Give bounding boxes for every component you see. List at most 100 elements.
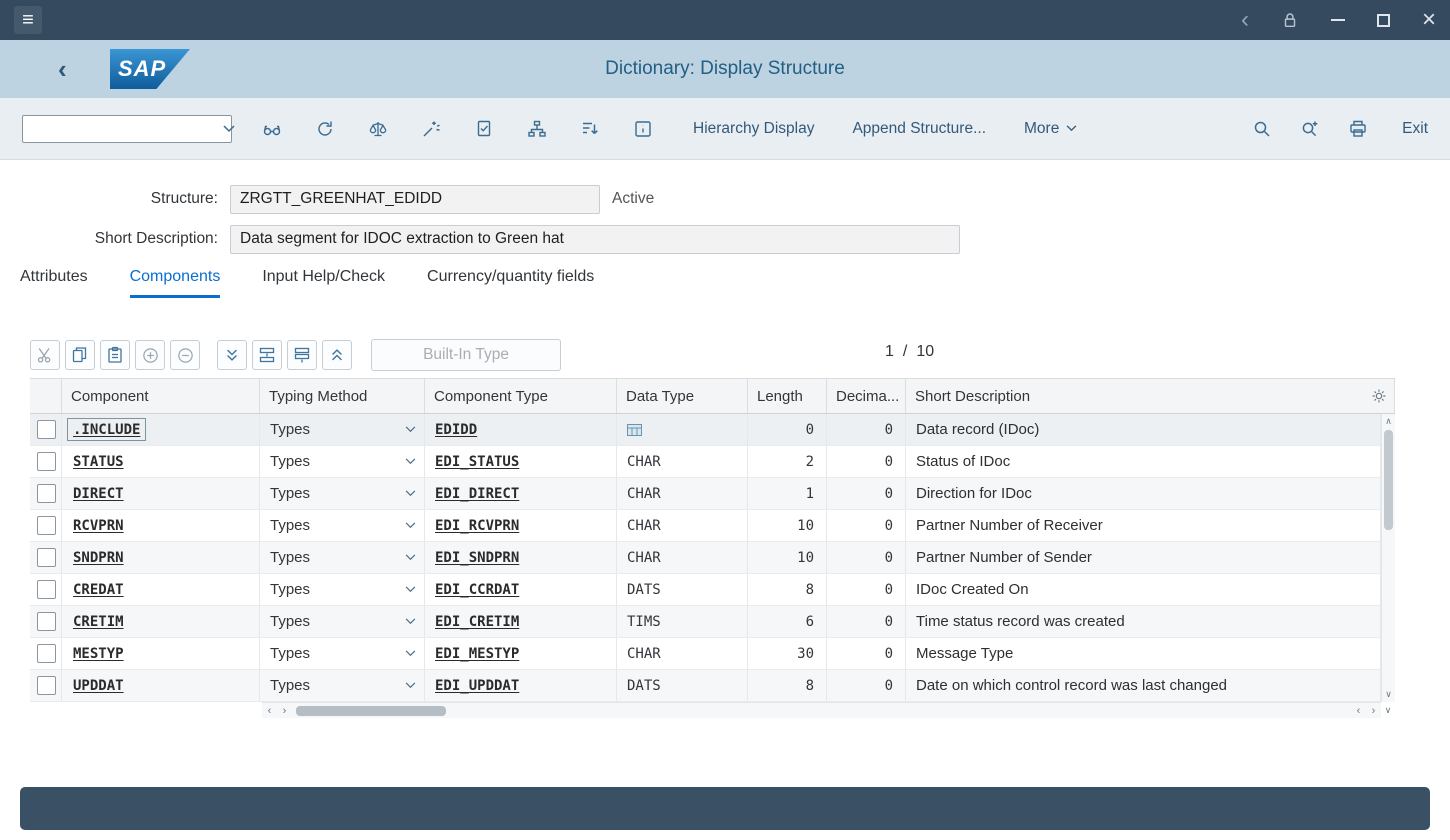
component-type-link[interactable]: EDI_SNDPRN	[435, 550, 519, 566]
component-type-link[interactable]: EDI_UPDDAT	[435, 678, 519, 694]
activate-icon[interactable]	[421, 119, 441, 139]
component-type-link[interactable]: EDI_MESTYP	[435, 646, 519, 662]
menu-icon[interactable]: ≡	[14, 6, 42, 34]
typing-method-value[interactable]: Types	[270, 645, 310, 662]
paste-icon[interactable]	[100, 340, 130, 370]
tab-attributes[interactable]: Attributes	[20, 268, 88, 298]
double-chevron-up-icon[interactable]	[322, 340, 352, 370]
append-row-icon[interactable]	[287, 340, 317, 370]
vertical-scroll-thumb[interactable]	[1384, 430, 1393, 530]
component-link[interactable]: STATUS	[73, 454, 124, 470]
chevron-down-icon[interactable]	[405, 426, 416, 433]
row-checkbox[interactable]	[37, 612, 56, 631]
component-type-link[interactable]: EDI_DIRECT	[435, 486, 519, 502]
refresh-icon[interactable]	[315, 119, 335, 139]
row-checkbox[interactable]	[37, 420, 56, 439]
row-checkbox[interactable]	[37, 452, 56, 471]
component-link[interactable]: DIRECT	[73, 486, 124, 502]
more-menu-button[interactable]: More	[1024, 120, 1077, 138]
typing-method-value[interactable]: Types	[270, 549, 310, 566]
scroll-left-icon[interactable]: ‹	[262, 703, 277, 719]
header-typing-method[interactable]: Typing Method	[260, 379, 425, 413]
scroll-up-icon[interactable]: ∧	[1382, 416, 1395, 427]
chevron-down-icon[interactable]	[405, 586, 416, 593]
scroll-left-end-icon[interactable]: ‹	[1351, 703, 1366, 719]
structure-field[interactable]	[230, 185, 600, 214]
table-row[interactable]: SNDPRN Types EDI_SNDPRN CHAR 10 0 Partne…	[30, 542, 1381, 574]
component-type-link[interactable]: EDI_RCVPRN	[435, 518, 519, 534]
maximize-button[interactable]	[1377, 14, 1390, 27]
header-decimals[interactable]: Decima...	[827, 379, 906, 413]
horizontal-scroll-thumb[interactable]	[296, 706, 446, 716]
history-back-icon[interactable]: ‹	[1241, 8, 1249, 32]
search-plus-icon[interactable]	[1300, 119, 1320, 139]
close-button[interactable]: ×	[1422, 10, 1436, 29]
print-icon[interactable]	[1348, 119, 1368, 139]
search-icon[interactable]	[1252, 119, 1272, 139]
table-row[interactable]: CREDAT Types EDI_CCRDAT DATS 8 0 IDoc Cr…	[30, 574, 1381, 606]
cut-icon[interactable]	[30, 340, 60, 370]
display-change-icon[interactable]	[262, 119, 282, 139]
table-settings-icon[interactable]	[1371, 388, 1387, 404]
lock-icon[interactable]	[1281, 11, 1299, 29]
horizontal-scroll-track[interactable]	[292, 703, 1351, 719]
header-length[interactable]: Length	[748, 379, 827, 413]
typing-method-value[interactable]: Types	[270, 517, 310, 534]
header-component[interactable]: Component	[62, 379, 260, 413]
typing-method-value[interactable]: Types	[270, 581, 310, 598]
short-description-field[interactable]	[230, 225, 960, 254]
scroll-right-icon[interactable]: ›	[277, 703, 292, 719]
typing-method-value[interactable]: Types	[270, 613, 310, 630]
command-input[interactable]	[23, 117, 216, 141]
add-row-icon[interactable]	[135, 340, 165, 370]
row-checkbox[interactable]	[37, 516, 56, 535]
component-link[interactable]: CREDAT	[73, 582, 124, 598]
where-used-icon[interactable]	[527, 119, 547, 139]
tab-currency-quantity-fields[interactable]: Currency/quantity fields	[427, 268, 594, 298]
table-row[interactable]: DIRECT Types EDI_DIRECT CHAR 1 0 Directi…	[30, 478, 1381, 510]
table-row[interactable]: .INCLUDE Types EDIDD 0 0 Data record (ID…	[30, 414, 1381, 446]
component-type-link[interactable]: EDI_STATUS	[435, 454, 519, 470]
chevron-down-icon[interactable]	[216, 125, 242, 133]
tab-input-help-check[interactable]: Input Help/Check	[262, 268, 385, 298]
component-link[interactable]: MESTYP	[73, 646, 124, 662]
chevron-down-icon[interactable]	[405, 490, 416, 497]
table-row[interactable]: RCVPRN Types EDI_RCVPRN CHAR 10 0 Partne…	[30, 510, 1381, 542]
append-structure-button[interactable]: Append Structure...	[852, 120, 986, 138]
row-checkbox[interactable]	[37, 580, 56, 599]
sort-descending-icon[interactable]	[580, 119, 600, 139]
chevron-down-icon[interactable]	[405, 554, 416, 561]
table-row[interactable]: UPDDAT Types EDI_UPDDAT DATS 8 0 Date on…	[30, 670, 1381, 702]
double-chevron-down-icon[interactable]	[217, 340, 247, 370]
scroll-right-end-icon[interactable]: ›	[1366, 703, 1381, 719]
row-checkbox[interactable]	[37, 484, 56, 503]
builtin-type-button[interactable]: Built-In Type	[371, 339, 561, 371]
component-link[interactable]: .INCLUDE	[73, 422, 140, 438]
component-type-link[interactable]: EDIDD	[435, 422, 477, 438]
tab-components[interactable]: Components	[130, 268, 221, 298]
copy-icon[interactable]	[65, 340, 95, 370]
command-field[interactable]	[22, 115, 232, 143]
scrollbar-corner-down-icon[interactable]: ∨	[1381, 702, 1395, 718]
hierarchy-display-button[interactable]: Hierarchy Display	[693, 120, 814, 138]
typing-method-value[interactable]: Types	[270, 677, 310, 694]
chevron-down-icon[interactable]	[405, 682, 416, 689]
chevron-down-icon[interactable]	[405, 458, 416, 465]
typing-method-value[interactable]: Types	[270, 485, 310, 502]
chevron-down-icon[interactable]	[405, 650, 416, 657]
typing-method-value[interactable]: Types	[270, 453, 310, 470]
row-checkbox[interactable]	[37, 644, 56, 663]
component-link[interactable]: UPDDAT	[73, 678, 124, 694]
chevron-down-icon[interactable]	[405, 618, 416, 625]
row-checkbox[interactable]	[37, 676, 56, 695]
component-link[interactable]: CRETIM	[73, 614, 124, 630]
info-icon[interactable]	[633, 119, 653, 139]
check-consistency-icon[interactable]	[368, 119, 388, 139]
insert-row-icon[interactable]	[252, 340, 282, 370]
exit-button[interactable]: Exit	[1402, 120, 1428, 138]
component-type-link[interactable]: EDI_CRETIM	[435, 614, 519, 630]
chevron-down-icon[interactable]	[405, 522, 416, 529]
table-row[interactable]: MESTYP Types EDI_MESTYP CHAR 30 0 Messag…	[30, 638, 1381, 670]
table-row[interactable]: CRETIM Types EDI_CRETIM TIMS 6 0 Time st…	[30, 606, 1381, 638]
table-row[interactable]: STATUS Types EDI_STATUS CHAR 2 0 Status …	[30, 446, 1381, 478]
